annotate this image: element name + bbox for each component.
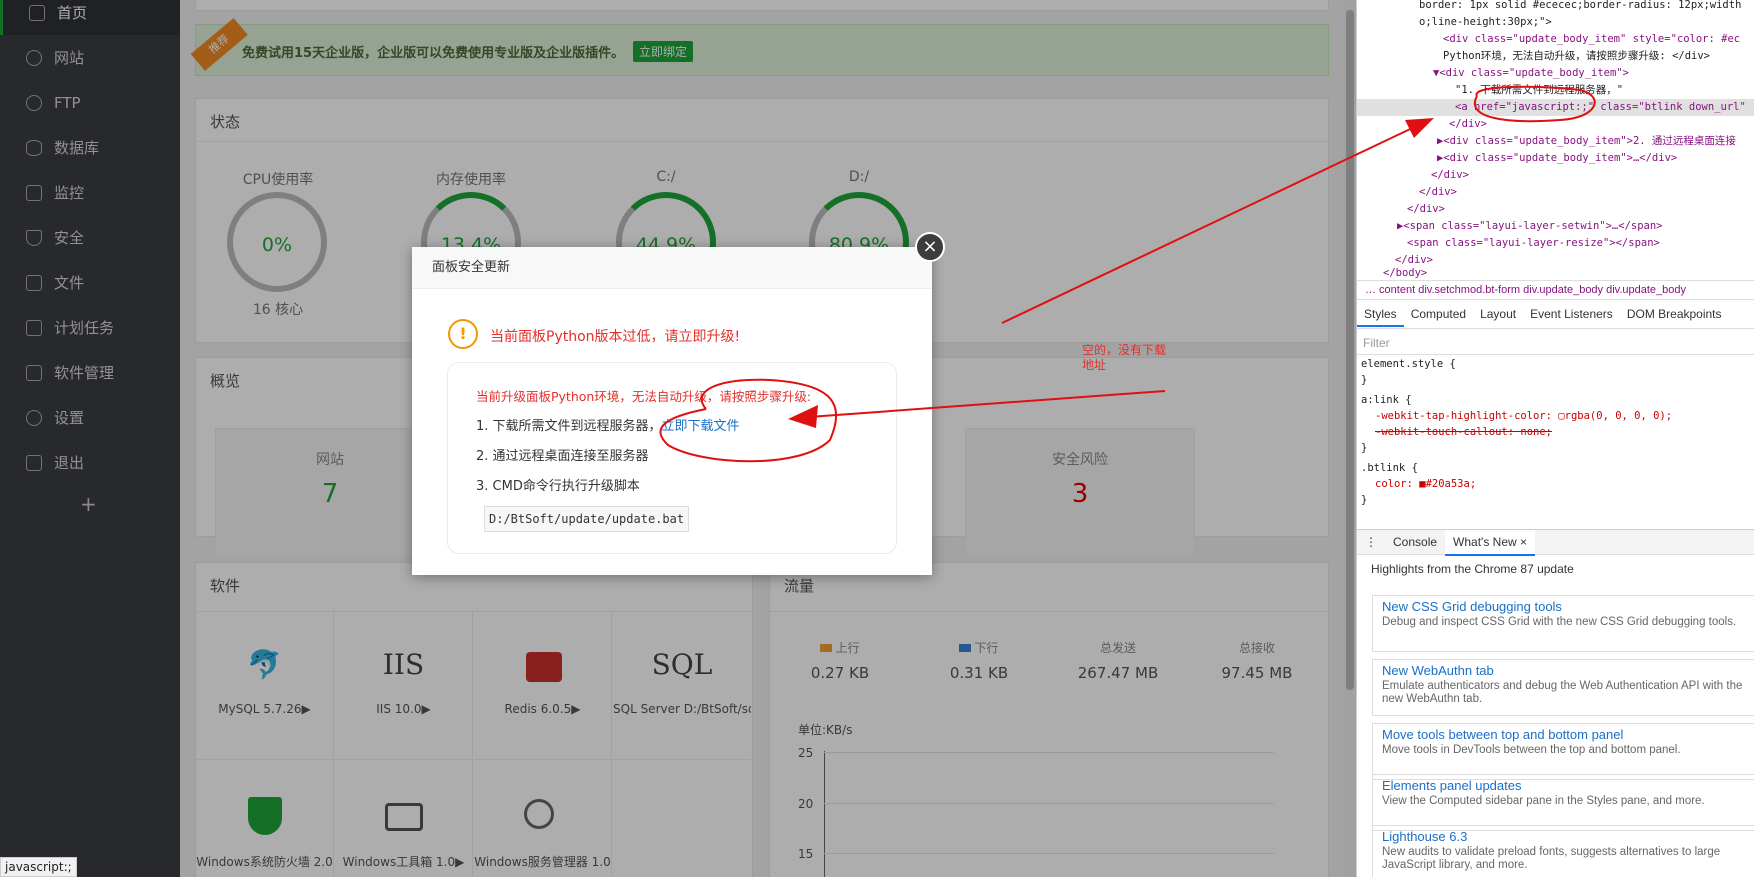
news-title[interactable]: Move tools between top and bottom panel (1382, 727, 1747, 742)
styles-pane-tabs: Styles Computed Layout Event Listeners DOM B… (1357, 303, 1754, 329)
close-icon[interactable]: × (915, 232, 945, 262)
dom-line-selected[interactable]: <a href="javascript:;" class="btlink dow… (1357, 99, 1754, 116)
dialog-title: 面板安全更新 (412, 247, 932, 289)
step-1: 1. 下载所需文件到远程服务器，立即下载文件 (476, 415, 740, 434)
dom-line[interactable]: ▼<div class="update_body_item"> (1433, 65, 1629, 82)
dom-breadcrumbs[interactable]: … content div.setchmod.bt-form div.updat… (1357, 280, 1754, 300)
css-property-line[interactable]: color: ■#20a53a; (1375, 478, 1476, 490)
news-item[interactable]: New WebAuthn tab Emulate authenticators a… (1372, 659, 1754, 716)
dom-line[interactable]: </div> (1419, 184, 1457, 201)
annotation-line-1: 空的，没有下载 (1082, 343, 1167, 357)
css-property-line[interactable]: -webkit-touch-callout: none; (1375, 426, 1552, 438)
dom-line[interactable]: <div class="update_body_item" style="col… (1443, 31, 1740, 48)
news-title[interactable]: Elements panel updates (1382, 778, 1747, 793)
step-2: 2. 通过远程桌面连接至服务器 (476, 449, 649, 464)
link-status-tooltip: javascript:; (0, 857, 77, 877)
dom-line[interactable]: </div> (1449, 116, 1487, 133)
news-title[interactable]: New WebAuthn tab (1382, 663, 1747, 678)
tab-dom-breakpoints[interactable]: DOM Breakpoints (1620, 303, 1729, 325)
steps-intro: 当前升级面板Python环境，无法自动升级，请按照步骤升级: (476, 389, 812, 404)
dom-line[interactable]: </div> (1407, 201, 1445, 218)
dom-line[interactable]: o;line-height:30px;"> (1419, 14, 1552, 31)
dom-line[interactable]: </div> (1431, 167, 1469, 184)
tab-layout[interactable]: Layout (1473, 303, 1523, 325)
news-desc: Move tools in DevTools between the top a… (1382, 744, 1681, 756)
update-script-path: D:/BtSoft/update/update.bat (484, 506, 690, 532)
annotation-line-2: 地址 (1082, 358, 1107, 372)
drawer-menu-icon[interactable]: ⋮ (1357, 530, 1385, 554)
news-title[interactable]: Lighthouse 6.3 (1382, 829, 1747, 844)
tab-event-listeners[interactable]: Event Listeners (1523, 303, 1620, 325)
css-rule-line: .btlink { (1361, 462, 1418, 474)
devtools-panel: border: 1px solid #ececec;border-radius:… (1356, 0, 1754, 877)
news-desc: Emulate authenticators and debug the Web… (1382, 680, 1743, 705)
annotation-note: 空的，没有下载 地址 (1082, 343, 1166, 373)
warning-message: 当前面板Python版本过低，请立即升级! (490, 329, 741, 345)
dom-line[interactable]: border: 1px solid #ececec;border-radius:… (1419, 0, 1741, 14)
css-rule-line: } (1361, 374, 1368, 386)
news-item[interactable]: Lighthouse 6.3 New audits to validate pre… (1372, 825, 1754, 877)
step-3: 3. CMD命令行执行升级脚本 (476, 479, 640, 494)
news-item[interactable]: Elements panel updates View the Computed … (1372, 774, 1754, 831)
warning-icon: ! (448, 319, 478, 349)
security-update-dialog: 面板安全更新 × ! 当前面板Python版本过低，请立即升级! 当前升级面板P… (412, 232, 945, 575)
step-1-text: 1. 下载所需文件到远程服务器， (476, 419, 662, 434)
news-item[interactable]: Move tools between top and bottom panel M… (1372, 723, 1754, 780)
dom-line[interactable]: ▶<span class="layui-layer-setwin">…</spa… (1397, 218, 1663, 235)
tab-whats-new[interactable]: What's New × (1445, 530, 1536, 556)
news-item[interactable]: New CSS Grid debugging tools Debug and in… (1372, 595, 1754, 652)
css-rule-line: } (1361, 442, 1368, 454)
drawer-tabs: ⋮ Console What's New × (1357, 529, 1754, 556)
news-desc: Debug and inspect CSS Grid with the new … (1382, 616, 1737, 628)
css-rule-line: } (1361, 494, 1368, 506)
tab-styles[interactable]: Styles (1357, 303, 1404, 327)
styles-filter-input[interactable]: Filter (1357, 331, 1754, 355)
news-desc: View the Computed sidebar pane in the St… (1382, 795, 1705, 807)
css-property-line[interactable]: -webkit-tap-highlight-color: ▢rgba(0, 0,… (1375, 410, 1672, 422)
tab-console[interactable]: Console (1385, 530, 1445, 554)
css-rule-line: element.style { (1361, 358, 1456, 370)
whats-new-heading: Highlights from the Chrome 87 update (1371, 562, 1574, 576)
download-file-link[interactable]: 立即下载文件 (662, 419, 740, 434)
news-desc: New audits to validate preload fonts, su… (1382, 846, 1721, 871)
dom-line[interactable]: <span class="layui-layer-resize"></span> (1407, 235, 1660, 252)
news-title[interactable]: New CSS Grid debugging tools (1382, 599, 1747, 614)
bt-panel-app: 首页 网站 FTP 数据库 监控 安全 文件 计划任务 软件管理 设置 退出 +… (0, 0, 1356, 877)
css-rule-line: a:link { (1361, 394, 1412, 406)
update-steps-box: 当前升级面板Python环境，无法自动升级，请按照步骤升级: 1. 下载所需文件… (447, 362, 897, 554)
tab-computed[interactable]: Computed (1404, 303, 1473, 325)
dom-line[interactable]: ▶<div class="update_body_item">…</div> (1437, 150, 1677, 167)
dom-line[interactable]: Python环境，无法自动升级，请按照步骤升级: </div> (1443, 48, 1710, 65)
dom-line[interactable]: "1. 下载所需文件到远程服务器，" (1455, 82, 1623, 99)
dom-line[interactable]: ▶<div class="update_body_item">2. 通过远程桌面… (1437, 133, 1736, 150)
